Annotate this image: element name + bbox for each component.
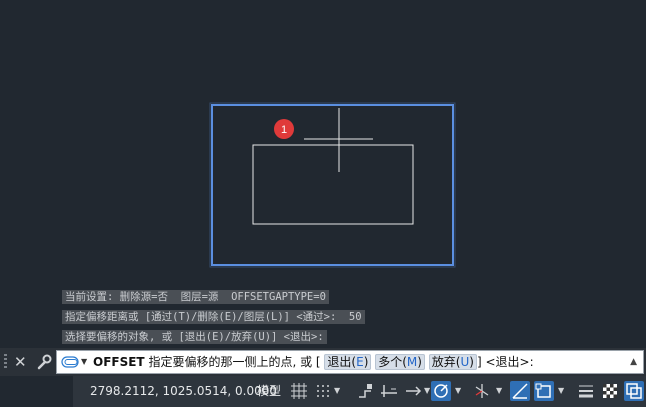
- grid-icon[interactable]: [289, 381, 309, 401]
- chevron-down-icon[interactable]: ▼: [81, 355, 87, 369]
- bracket-close: ]: [476, 355, 482, 369]
- inner-rectangle[interactable]: [252, 144, 414, 225]
- prompt-text: 指定要偏移的那一侧上的点, 或 [: [148, 355, 321, 369]
- snap-icon[interactable]: [313, 381, 333, 401]
- outer-rectangle-glow: [209, 102, 456, 268]
- history-line-1: 当前设置: 删除源=否 图层=源 OFFSETGAPTYPE=0: [62, 290, 329, 304]
- polar-dropdown-icon[interactable]: ▼: [455, 384, 461, 398]
- close-icon[interactable]: ✕: [14, 352, 27, 372]
- command-name: OFFSET: [93, 355, 145, 369]
- option-exit-close: ): [363, 355, 369, 369]
- option-multiple-label: 多个(: [378, 355, 407, 369]
- dynamic-input-dropdown-icon[interactable]: ▼: [424, 384, 430, 398]
- option-multiple-close: ): [417, 355, 422, 369]
- step-marker-label: 1: [281, 124, 287, 136]
- command-prompt: OFFSET 指定要偏移的那一侧上的点, 或 [ 退出(E) 多个(M) 放弃(…: [93, 351, 534, 373]
- lineweight-icon[interactable]: [576, 381, 596, 401]
- ortho-icon[interactable]: [379, 381, 399, 401]
- option-undo-close: ): [469, 355, 474, 369]
- command-input[interactable]: ▼ OFFSET 指定要偏移的那一侧上的点, 或 [ 退出(E) 多个(M) 放…: [56, 350, 644, 374]
- dynamic-input-icon[interactable]: [403, 381, 423, 401]
- option-exit[interactable]: 退出(E): [324, 354, 372, 370]
- grip-handle[interactable]: [4, 354, 7, 370]
- command-bar: ✕ ▼ OFFSET 指定要偏移的那一侧上的点, 或 [ 退出(E) 多个(M)…: [0, 348, 646, 376]
- status-bar: 2798.2112, 1025.0514, 0.0000 模型 ▼ ▼ ▼ ▼ …: [0, 376, 646, 407]
- option-undo[interactable]: 放弃(U): [428, 354, 477, 370]
- option-undo-key: U: [460, 355, 470, 369]
- isometric-dropdown-icon[interactable]: ▼: [496, 384, 502, 398]
- wrench-icon[interactable]: [36, 354, 52, 370]
- option-multiple[interactable]: 多个(M): [375, 354, 425, 370]
- offset-command-icon: [61, 356, 79, 368]
- isometric-icon[interactable]: [472, 381, 492, 401]
- default-option: <退出>:: [485, 355, 534, 369]
- object-snap-tracking-icon[interactable]: [510, 381, 530, 401]
- model-space-button[interactable]: 模型: [257, 382, 281, 400]
- history-line-3: 选择要偏移的对象, 或 [退出(E)/放弃(U)] <退出>:: [62, 330, 327, 344]
- object-snap-icon[interactable]: [534, 381, 554, 401]
- transparency-icon[interactable]: [600, 381, 620, 401]
- polar-tracking-icon[interactable]: [431, 381, 451, 401]
- chevron-up-icon[interactable]: ▲: [630, 355, 637, 369]
- coordinate-readout: 2798.2112, 1025.0514, 0.0000: [90, 384, 278, 398]
- object-snap-dropdown-icon[interactable]: ▼: [558, 384, 564, 398]
- outer-rectangle-selected[interactable]: [211, 104, 454, 266]
- snap-dropdown-icon[interactable]: ▼: [334, 384, 340, 398]
- selection-cycling-icon[interactable]: [624, 381, 644, 401]
- history-line-2: 指定偏移距离或 [通过(T)/删除(E)/图层(L)] <通过>: 50: [62, 310, 365, 324]
- option-multiple-key: M: [406, 355, 418, 369]
- option-exit-key: E: [356, 355, 364, 369]
- option-exit-label: 退出(: [327, 355, 357, 369]
- infer-constraints-icon[interactable]: [355, 381, 375, 401]
- option-undo-label: 放弃(: [431, 355, 461, 369]
